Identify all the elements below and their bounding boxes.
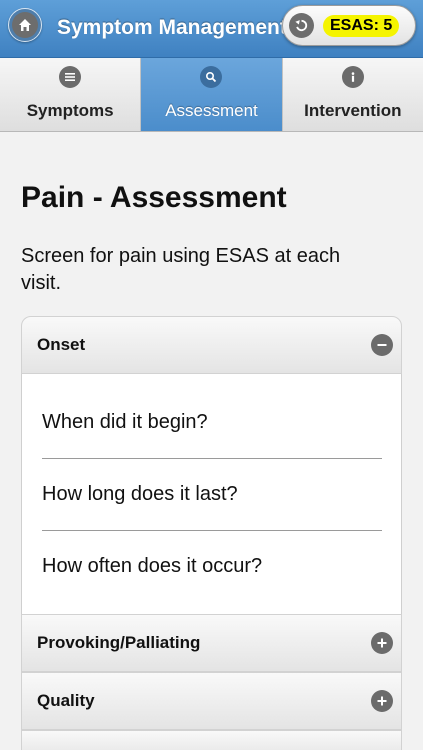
minus-icon: [371, 334, 393, 356]
question-item: When did it begin?: [42, 387, 382, 459]
question-item: How long does it last?: [42, 459, 382, 531]
accordion-onset-header[interactable]: Onset: [21, 316, 402, 374]
info-icon: [341, 66, 364, 88]
accordion-quality-header[interactable]: Quality: [21, 672, 402, 730]
main-content: Pain - Assessment Screen for pain using …: [0, 133, 423, 750]
accordion-next-header[interactable]: [21, 730, 402, 750]
accordion-label: Onset: [37, 335, 86, 354]
tab-bar: Symptoms Assessment Intervention: [0, 58, 423, 132]
home-button[interactable]: [8, 8, 42, 42]
tab-intervention-label: Intervention: [304, 101, 402, 120]
question-item: How often does it occur?: [42, 554, 263, 577]
intro-text: Screen for pain using ESAS at each visit…: [21, 245, 341, 294]
app-title: Symptom Management: [57, 16, 287, 39]
esas-score-badge: ESAS: 5: [323, 15, 400, 37]
undo-icon: [289, 13, 314, 38]
accordion-label: Quality: [37, 691, 95, 710]
esas-button[interactable]: ESAS: 5: [282, 5, 416, 46]
tab-symptoms[interactable]: Symptoms: [0, 58, 142, 131]
tab-assessment-label: Assessment: [165, 101, 258, 120]
app-header: Symptom Management ESAS: 5: [0, 0, 423, 58]
accordion-label: Provoking/Palliating: [37, 633, 201, 652]
tab-symptoms-label: Symptoms: [26, 101, 114, 120]
list-icon: [59, 66, 82, 88]
search-icon: [200, 66, 223, 88]
page-title: Pain - Assessment: [21, 181, 287, 214]
plus-icon: [371, 690, 393, 712]
plus-icon: [371, 632, 393, 654]
tab-intervention[interactable]: Intervention: [282, 58, 423, 131]
accordion-onset-body: When did it begin? How long does it last…: [21, 374, 402, 614]
accordion-provoking-header[interactable]: Provoking/Palliating: [21, 614, 402, 672]
home-icon: [12, 12, 38, 38]
tab-assessment[interactable]: Assessment: [141, 58, 283, 131]
